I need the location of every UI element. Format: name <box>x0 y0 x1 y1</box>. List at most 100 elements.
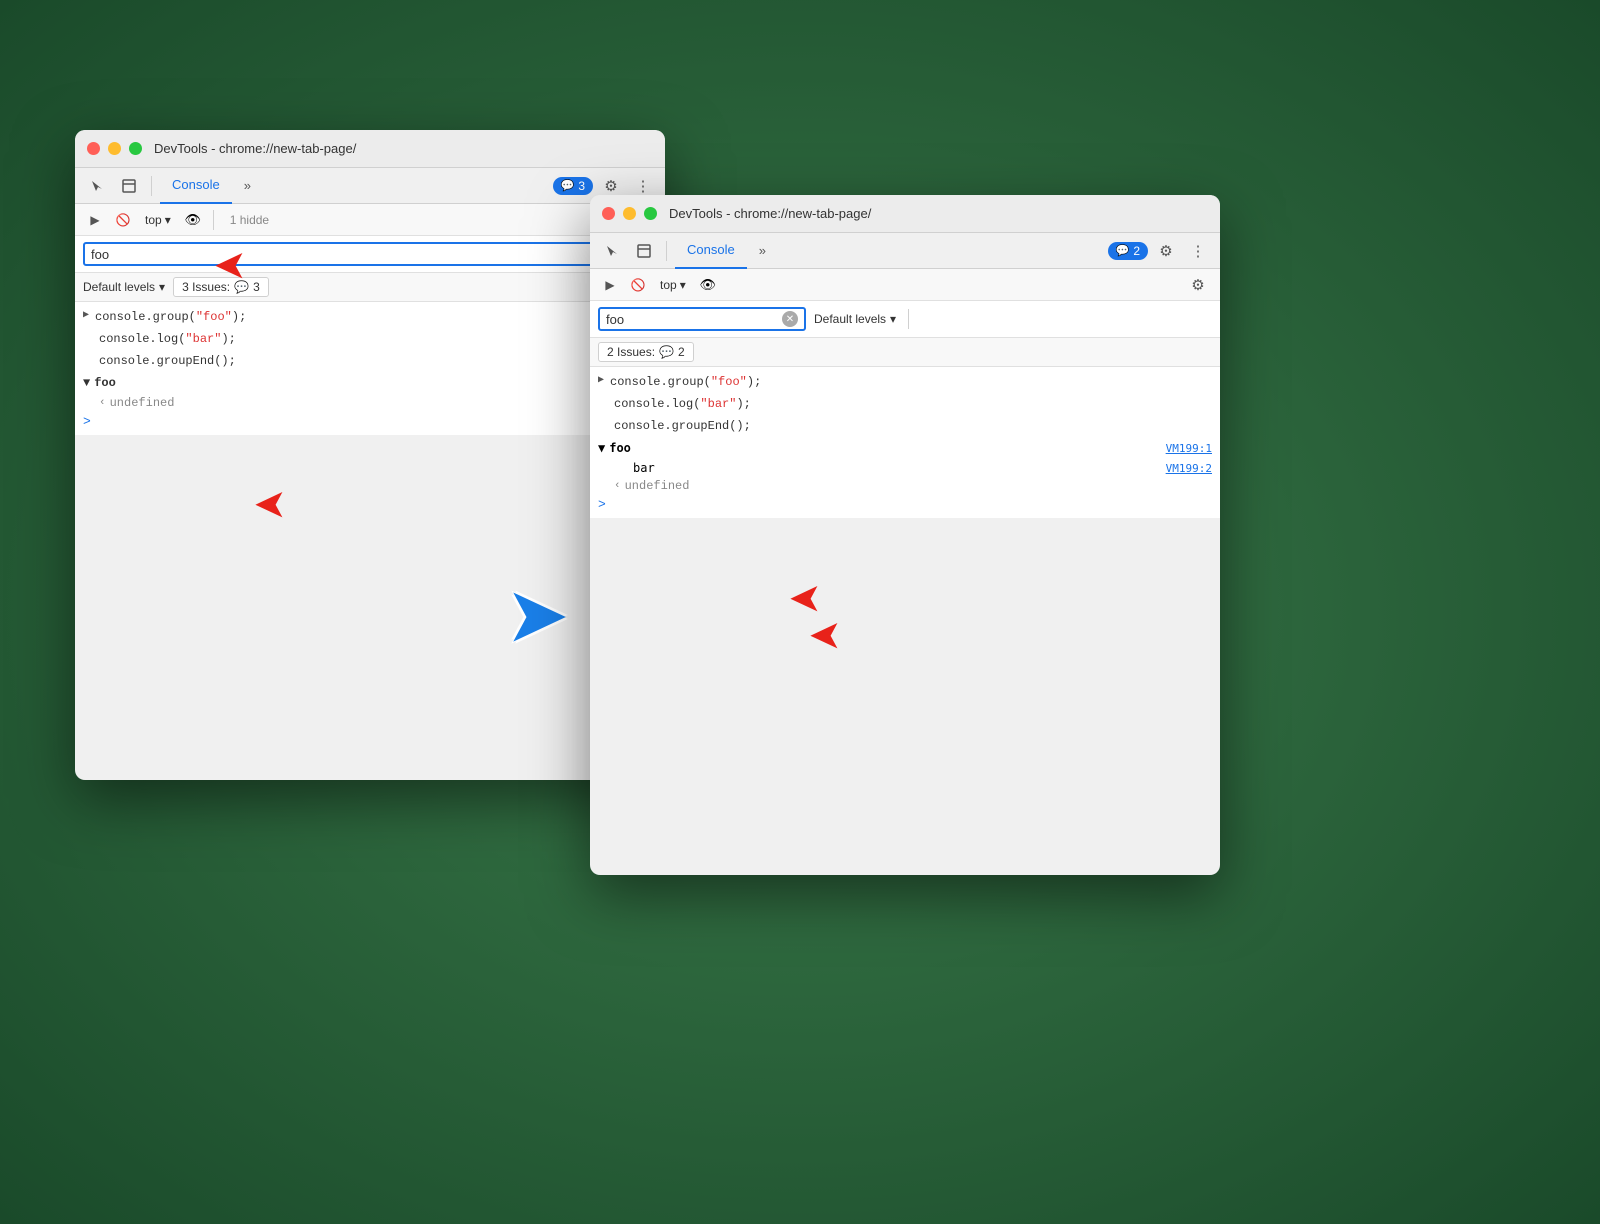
red-arrow-group-right: ➤ <box>790 580 820 616</box>
tab-console-left[interactable]: Console <box>160 168 232 204</box>
bar-text-right: bar <box>633 461 655 475</box>
close-button-left[interactable] <box>87 142 100 155</box>
maximize-button-right[interactable] <box>644 207 657 220</box>
issues-icon-left: 💬 <box>234 280 249 294</box>
top-dropdown-right[interactable]: top ▾ <box>654 276 692 294</box>
undefined-text-right: undefined <box>625 479 690 493</box>
sub-gear-right[interactable]: ⚙ <box>1184 271 1212 299</box>
levels-label-left: Default levels <box>83 280 155 294</box>
console-output-left: ▶ console.group("foo"); console.log("bar… <box>75 302 665 435</box>
eye-icon-left[interactable]: 👁 <box>181 208 205 232</box>
group-header-left[interactable]: ▶ console.group("foo"); <box>75 306 665 328</box>
devtools-window-right: DevTools - chrome://new-tab-page/ Consol… <box>590 195 1220 875</box>
group-header-right[interactable]: ▶ console.group("foo"); <box>590 371 1220 393</box>
dots-icon-right[interactable]: ⋮ <box>1184 237 1212 265</box>
issues-label-left: 3 Issues: <box>182 280 230 294</box>
tab-more-right[interactable]: » <box>751 233 774 269</box>
undefined-right: ‹ undefined <box>590 477 1220 495</box>
cursor-icon-left[interactable] <box>83 172 111 200</box>
bar-entry-right: bar VM199:2 <box>590 459 1220 477</box>
panel-icon-left[interactable] <box>115 172 143 200</box>
badge-icon-right: 💬 <box>1116 244 1130 257</box>
levels-bar-left: Default levels ▾ 3 Issues: 💬 3 <box>75 273 665 302</box>
block-icon-left[interactable]: 🚫 <box>111 208 135 232</box>
issues-count-right: 2 <box>678 345 685 359</box>
window-title-right: DevTools - chrome://new-tab-page/ <box>669 206 871 221</box>
main-toolbar-left: Console » 💬 3 ⚙ ⋮ <box>75 168 665 204</box>
minimize-button-left[interactable] <box>108 142 121 155</box>
minimize-button-right[interactable] <box>623 207 636 220</box>
code-line-3-right: console.groupEnd(); <box>590 415 1220 437</box>
code-line-3-left: console.groupEnd(); <box>75 350 665 372</box>
code-line-2-left: console.log("bar"); <box>75 328 665 350</box>
red-arrow-bar-right: ➤ <box>810 617 840 653</box>
top-arrow-right: ▾ <box>680 278 686 292</box>
top-arrow-left: ▾ <box>165 213 171 227</box>
main-toolbar-right: Console » 💬 2 ⚙ ⋮ <box>590 233 1220 269</box>
search-clear-right[interactable]: ✕ <box>782 311 798 327</box>
vm-link2-right[interactable]: VM199:2 <box>1166 462 1212 475</box>
result-arrow-left: ▼ <box>83 376 90 390</box>
eye-icon-right[interactable]: 👁 <box>696 273 720 297</box>
issues-badge-left[interactable]: 3 Issues: 💬 3 <box>173 277 269 297</box>
levels-arrow-left: ▾ <box>159 280 165 294</box>
top-dropdown-left[interactable]: top ▾ <box>139 211 177 229</box>
titlebar-right: DevTools - chrome://new-tab-page/ <box>590 195 1220 233</box>
levels-arrow-right: ▾ <box>890 312 896 326</box>
undefined-left: ‹ undefined <box>75 394 665 412</box>
undefined-text-left: undefined <box>110 396 175 410</box>
tab-more-left[interactable]: » <box>236 168 259 204</box>
issues-bar-right: 2 Issues: 💬 2 <box>590 338 1220 367</box>
top-label-right: top <box>660 278 677 292</box>
sub-divider-left <box>213 210 214 230</box>
block-icon-right[interactable]: 🚫 <box>626 273 650 297</box>
search-input-right[interactable] <box>606 312 782 327</box>
maximize-button-left[interactable] <box>129 142 142 155</box>
search-input-wrapper-left[interactable]: ✕ <box>83 242 657 266</box>
issues-icon-right: 💬 <box>659 345 674 359</box>
search-bar-right: ✕ Default levels ▾ <box>590 301 1220 338</box>
console-toolbar-right: ▶ 🚫 top ▾ 👁 ⚙ <box>590 269 1220 301</box>
devtools-window-left: DevTools - chrome://new-tab-page/ Consol… <box>75 130 665 780</box>
vm-link1-right[interactable]: VM199:1 <box>1166 442 1212 455</box>
gear-icon-right[interactable]: ⚙ <box>1152 237 1180 265</box>
close-button-right[interactable] <box>602 207 615 220</box>
levels-divider-right <box>908 309 909 329</box>
badge-left[interactable]: 💬 3 <box>553 177 593 195</box>
cursor-icon-right[interactable] <box>598 237 626 265</box>
toolbar-divider-left <box>151 176 152 196</box>
result-arrow-right: ▼ <box>598 441 605 455</box>
window-controls-left <box>87 142 142 155</box>
group-result-right[interactable]: ▼ foo VM199:1 <box>590 437 1220 459</box>
hidden-label-left: 1 hidde <box>230 213 269 227</box>
levels-dropdown-right[interactable]: Default levels ▾ <box>814 312 896 326</box>
console-toolbar-left: ▶ 🚫 top ▾ 👁 1 hidde <box>75 204 665 236</box>
panel-icon-right[interactable] <box>630 237 658 265</box>
search-bar-left: ✕ <box>75 236 665 273</box>
tab-console-right[interactable]: Console <box>675 233 747 269</box>
search-input-left[interactable] <box>91 247 633 262</box>
issues-badge-right[interactable]: 2 Issues: 💬 2 <box>598 342 694 362</box>
play-icon-right[interactable]: ▶ <box>598 273 622 297</box>
levels-label-right: Default levels <box>814 312 886 326</box>
levels-dropdown-left[interactable]: Default levels ▾ <box>83 280 165 294</box>
badge-icon-left: 💬 <box>561 179 575 192</box>
code-line-2-right: console.log("bar"); <box>590 393 1220 415</box>
badge-count-right: 2 <box>1133 244 1140 258</box>
window-controls-right <box>602 207 657 220</box>
prompt-left[interactable]: > <box>75 412 665 431</box>
issues-count-left: 3 <box>253 280 260 294</box>
top-label-left: top <box>145 213 162 227</box>
group-result-left[interactable]: ▼ foo VM111 <box>75 372 665 394</box>
play-icon-left[interactable]: ▶ <box>83 208 107 232</box>
toolbar-divider-right <box>666 241 667 261</box>
prompt-right[interactable]: > <box>590 495 1220 514</box>
search-input-wrapper-right[interactable]: ✕ <box>598 307 806 331</box>
badge-right[interactable]: 💬 2 <box>1108 242 1148 260</box>
badge-count-left: 3 <box>578 179 585 193</box>
expand-arrow-left: ▶ <box>83 308 89 323</box>
issues-label-right: 2 Issues: <box>607 345 655 359</box>
group-name-right: foo <box>609 441 631 455</box>
console-output-right: ▶ console.group("foo"); console.log("bar… <box>590 367 1220 518</box>
expand-arrow-right: ▶ <box>598 373 604 388</box>
